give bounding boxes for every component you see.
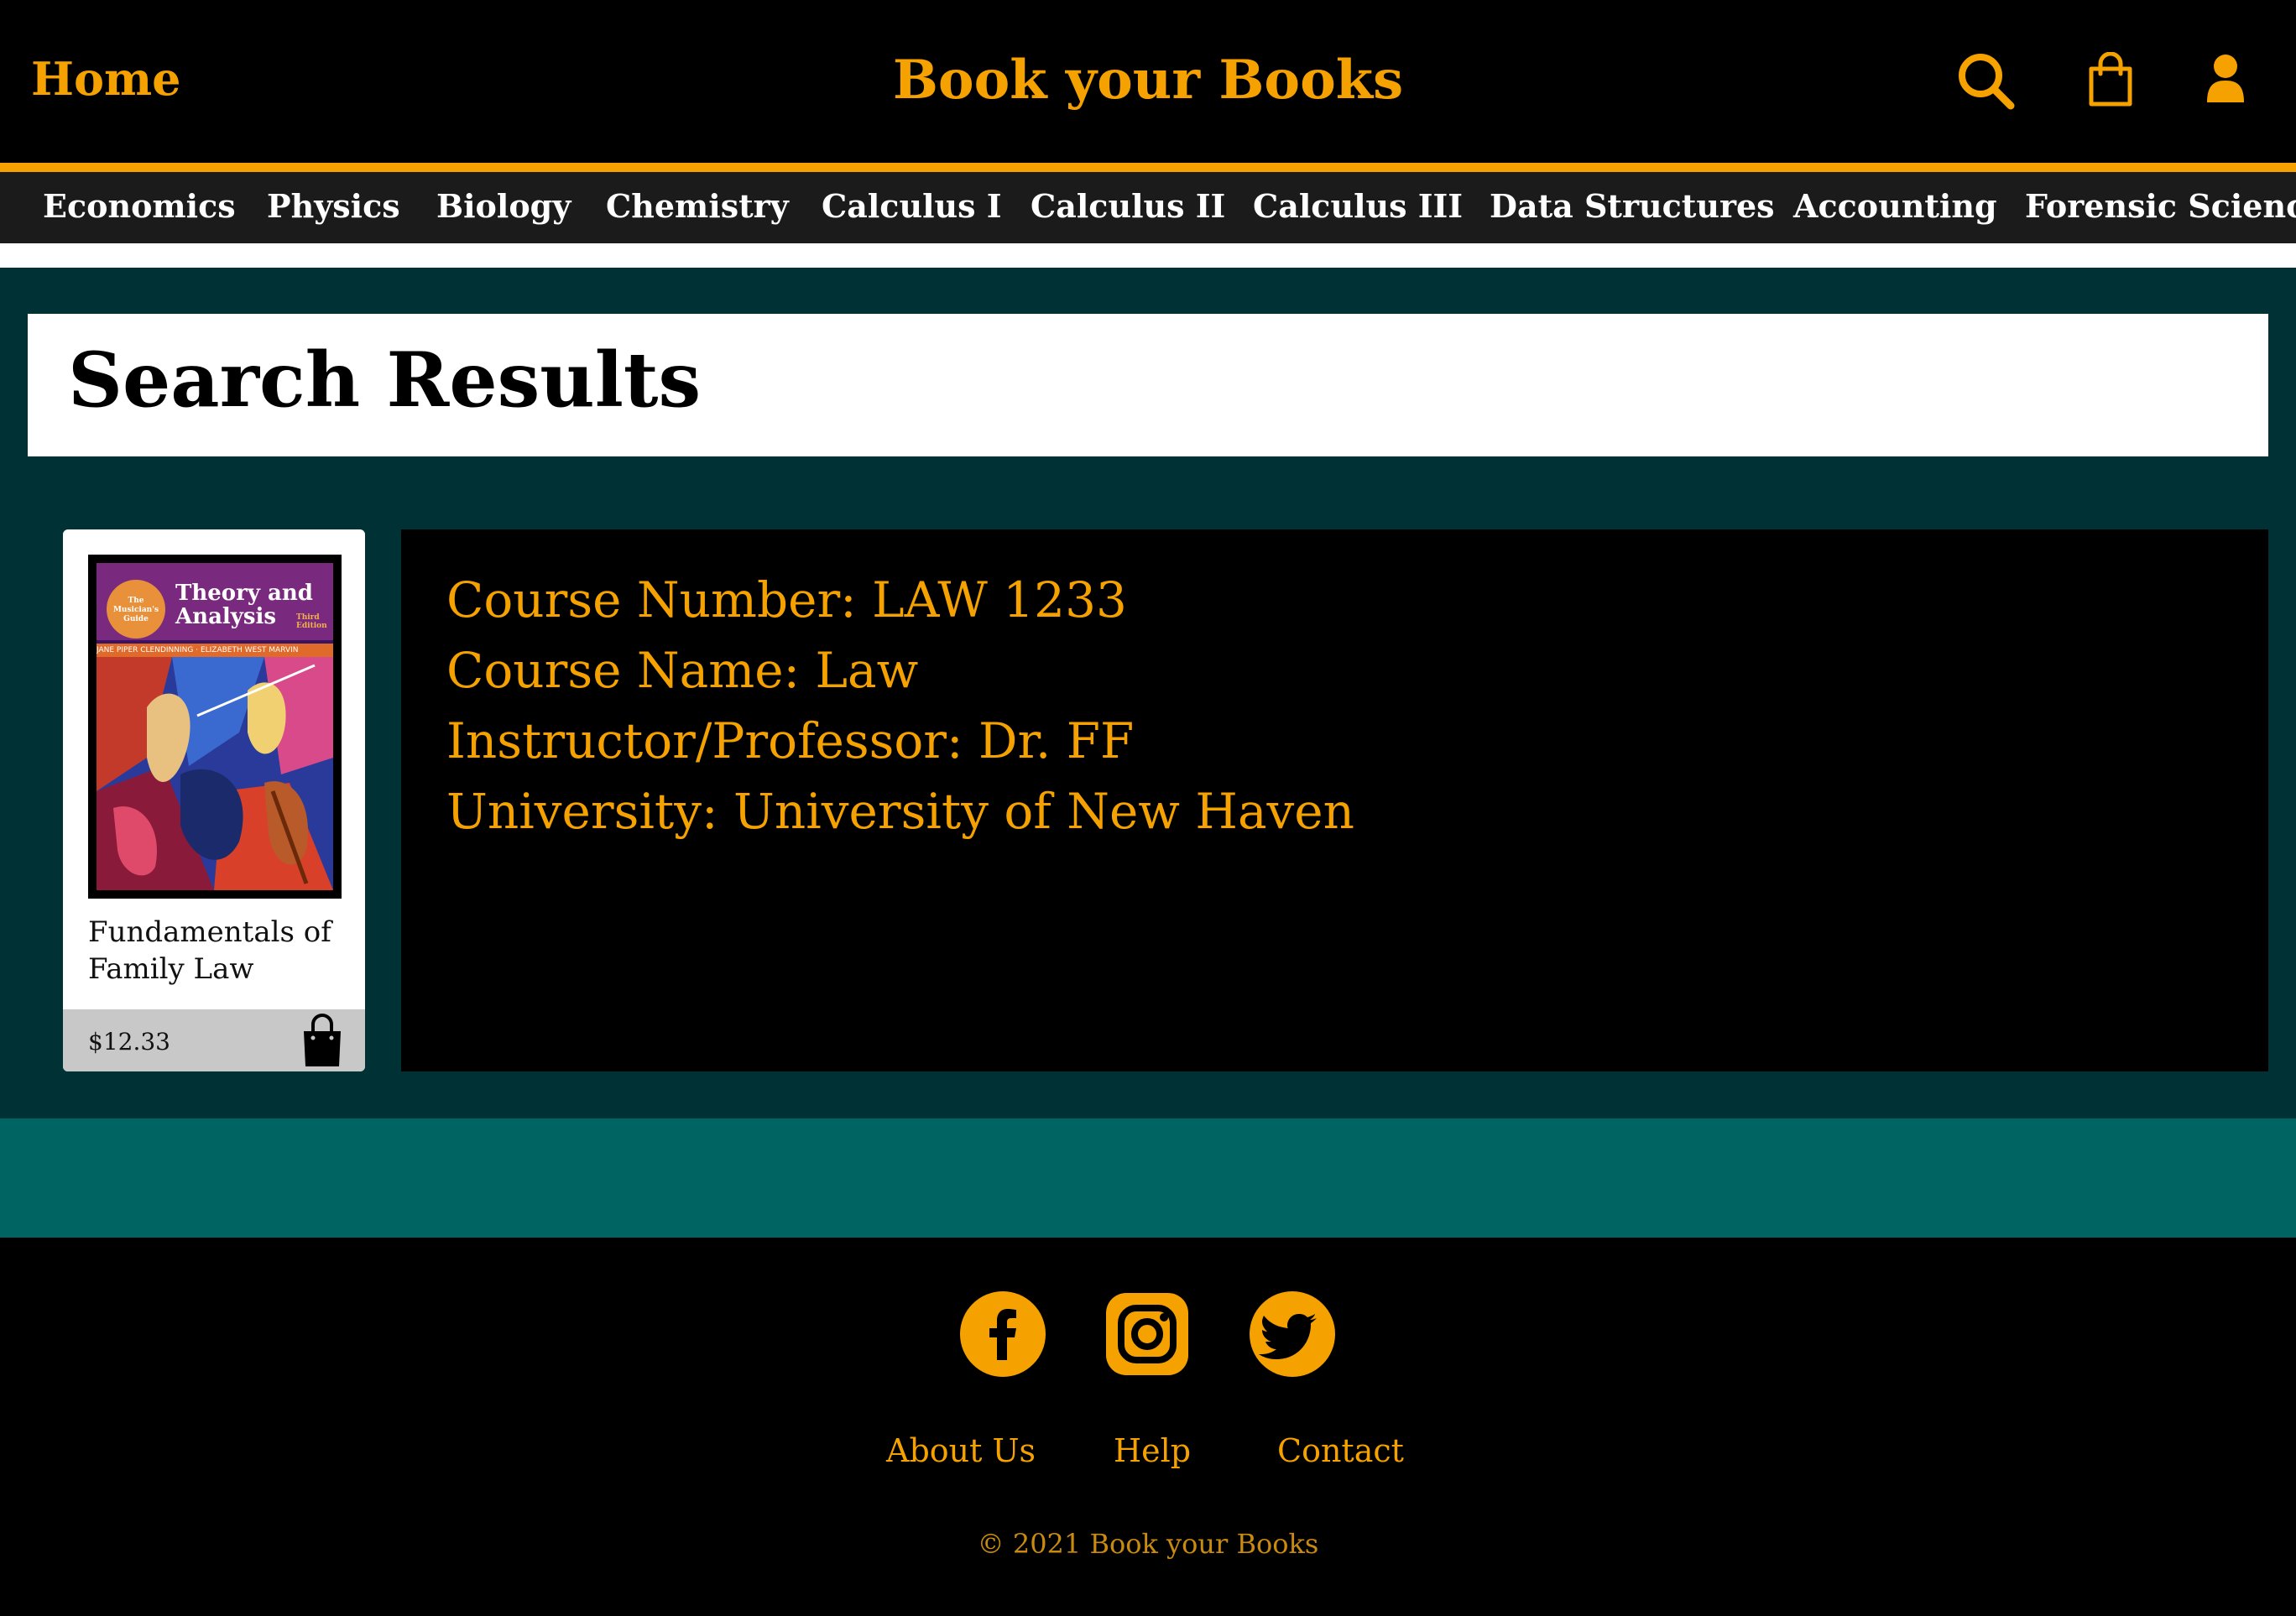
footer-link-about-us[interactable]: About Us [886, 1432, 1036, 1469]
course-number: Course Number: LAW 1233 [446, 571, 1127, 628]
book-cover-image[interactable]: The Musician's Guide Theory and Analysis… [88, 555, 342, 899]
site-title: Book your Books [892, 49, 1404, 112]
category-calculus-3[interactable]: Calculus III [1253, 187, 1463, 225]
category-biology[interactable]: Biology [436, 187, 571, 225]
cover-badge: The Musician's Guide [107, 580, 165, 639]
course-name: Course Name: Law [446, 642, 919, 699]
search-icon[interactable] [1957, 52, 2016, 111]
book-card[interactable]: The Musician's Guide Theory and Analysis… [63, 529, 365, 1071]
course-instructor: Instructor/Professor: Dr. FF [446, 712, 1135, 769]
course-university: University: University of New Haven [446, 783, 1354, 840]
user-icon[interactable] [2205, 54, 2246, 104]
teal-band [0, 1118, 2296, 1238]
footer-link-contact[interactable]: Contact [1277, 1432, 1404, 1469]
category-calculus-1[interactable]: Calculus I [822, 187, 1002, 225]
category-chemistry[interactable]: Chemistry [606, 187, 789, 225]
site-footer: About Us Help Contact © 2021 Book your B… [0, 1238, 2296, 1616]
cover-authors: JANE PIPER CLENDINNING · ELIZABETH WEST … [97, 644, 333, 657]
footer-link-help[interactable]: Help [1114, 1432, 1191, 1469]
twitter-icon[interactable] [1250, 1291, 1335, 1377]
book-title[interactable]: Fundamentals of Family Law [88, 914, 348, 988]
cover-title: Theory and Analysis [175, 581, 313, 629]
nav-spacer [0, 243, 2296, 268]
book-card-footer: $12.33 [63, 1009, 365, 1071]
site-header: Home Book your Books [0, 0, 2296, 163]
category-data-structures[interactable]: Data Structures [1490, 187, 1775, 225]
add-to-cart-icon[interactable] [301, 1013, 343, 1071]
shopping-bag-icon[interactable] [2088, 52, 2133, 107]
category-nav: Economics Physics Biology Chemistry Calc… [0, 172, 2296, 243]
category-economics[interactable]: Economics [43, 187, 236, 225]
category-accounting[interactable]: Accounting [1793, 187, 1997, 225]
copyright: © 2021 Book your Books [977, 1528, 1319, 1560]
page-title: Search Results [68, 336, 702, 425]
cover-edition: Third Edition [296, 613, 327, 630]
header-divider [0, 163, 2296, 172]
results-header: Search Results [28, 314, 2268, 456]
facebook-icon[interactable] [960, 1291, 1046, 1377]
cover-artwork [97, 657, 333, 890]
category-physics[interactable]: Physics [267, 187, 400, 225]
course-details-panel: Course Number: LAW 1233 Course Name: Law… [401, 529, 2268, 1071]
main-content: Search Results The Musician's Guide Theo… [0, 268, 2296, 1118]
instagram-icon[interactable] [1104, 1291, 1190, 1377]
book-price: $12.33 [88, 1028, 170, 1056]
category-calculus-2[interactable]: Calculus II [1031, 187, 1225, 225]
category-forensic-science[interactable]: Forensic Science [2025, 187, 2296, 225]
